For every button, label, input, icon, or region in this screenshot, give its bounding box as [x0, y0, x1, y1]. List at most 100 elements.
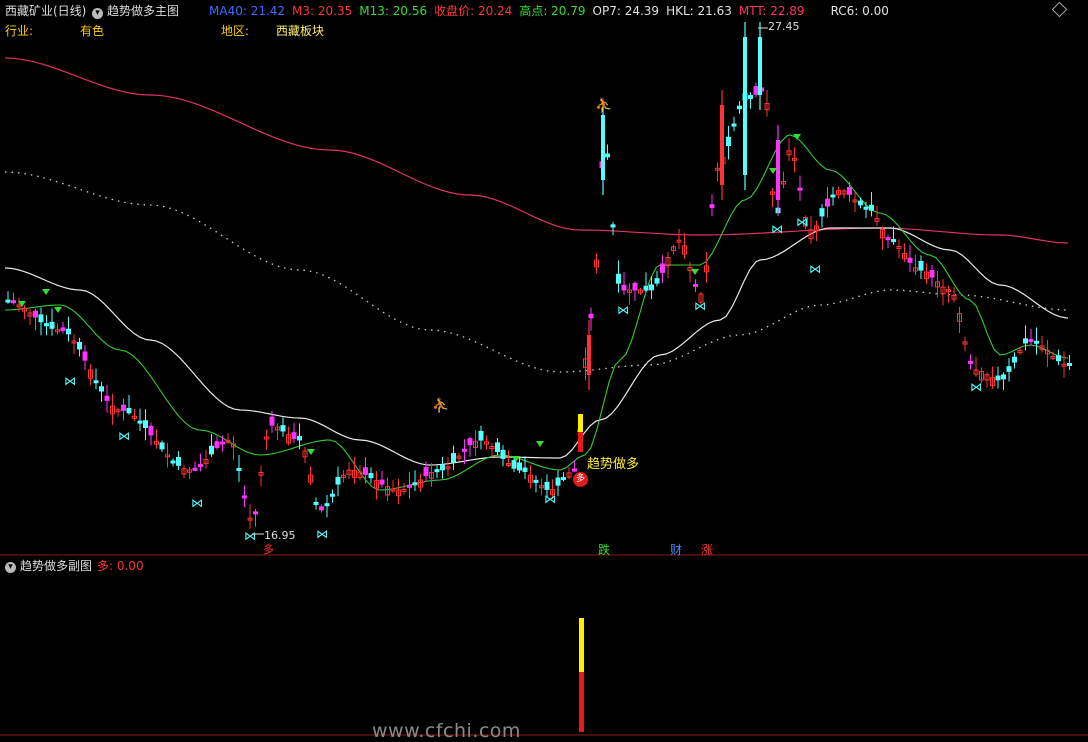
candle-body — [825, 198, 830, 207]
candle-body — [869, 204, 874, 211]
candle-body — [1006, 366, 1012, 372]
candle-body — [335, 476, 341, 485]
candle-body — [891, 239, 896, 243]
candle-body — [451, 453, 456, 464]
candle-body — [11, 300, 16, 304]
candle-body — [1034, 340, 1039, 344]
butterfly-icon: ⋈ — [809, 262, 821, 276]
bottom-marker-cai: 财 — [670, 543, 683, 557]
candle-body — [511, 460, 517, 469]
candle-body — [601, 115, 605, 180]
signal-bar-red — [578, 432, 583, 452]
candle-body — [995, 375, 1001, 381]
candle-body — [121, 404, 126, 411]
candle-body — [500, 449, 506, 459]
candle-body — [632, 282, 638, 291]
runner-icon: ⛹ — [432, 396, 449, 414]
candle-body — [572, 468, 577, 472]
candle-body — [148, 425, 154, 436]
candle-body — [885, 237, 891, 241]
candle-body — [38, 314, 44, 323]
candle-body — [313, 501, 319, 505]
candle-body — [654, 278, 660, 284]
butterfly-icon: ⋈ — [544, 492, 556, 506]
high-price-label: 27.45 — [768, 20, 800, 33]
price-chart[interactable]: ⋈ ⋈ ⋈ ⋈ ⋈ ⋈ ⋈ ⋈ ⋈ ⋈ ⋈ ⋈ ⛹ ⛹ — [0, 0, 1088, 739]
candle-body — [533, 479, 539, 483]
candle-body — [660, 263, 665, 273]
candle-body — [5, 299, 11, 303]
candle-body — [918, 261, 924, 271]
bottom-marker-zhang: 涨 — [701, 543, 714, 557]
candle-body — [693, 283, 698, 287]
candle-body — [297, 435, 302, 441]
candle-body — [830, 194, 836, 198]
candle-body — [462, 448, 467, 452]
candle-body — [407, 484, 412, 488]
candle-body — [1056, 355, 1061, 362]
candle-body — [60, 327, 66, 332]
candle-body — [1023, 338, 1028, 344]
candle-body — [423, 467, 429, 477]
candle-body — [561, 477, 566, 481]
ma-dotted-line — [4, 171, 1069, 373]
buy-marker: 多 — [263, 543, 274, 556]
candle-body — [434, 469, 440, 473]
long-signal-badge[interactable]: 多 — [573, 472, 588, 487]
candle-body — [159, 442, 165, 450]
candle-body — [1001, 374, 1006, 380]
candle-body — [478, 430, 484, 441]
candle-body — [209, 445, 214, 455]
candle-body — [863, 206, 869, 210]
butterfly-icon: ⋈ — [191, 496, 203, 510]
candle-body — [49, 321, 55, 329]
candle-body — [544, 481, 550, 490]
butterfly-icon: ⋈ — [771, 222, 783, 236]
candle-body — [126, 408, 132, 414]
candle-body — [726, 136, 731, 147]
sub-chart-settings-button[interactable]: ▾ — [5, 558, 16, 573]
candle-body — [847, 186, 852, 195]
candle-body — [236, 467, 242, 471]
candle-body — [176, 456, 181, 466]
candle-body — [143, 420, 148, 428]
candle-body — [44, 323, 49, 327]
candle-body — [253, 511, 258, 515]
ma-pink-line — [4, 57, 1069, 244]
candle-body — [269, 416, 275, 426]
candle-body — [709, 204, 715, 209]
candle-body — [731, 123, 737, 127]
candle-body — [1028, 339, 1034, 343]
butterfly-icon: ⋈ — [617, 303, 629, 317]
candle-body — [82, 351, 88, 361]
candle-body — [610, 224, 616, 228]
candle-body — [33, 310, 38, 318]
candle-body — [819, 208, 825, 217]
candle-body — [517, 462, 522, 471]
candle-body — [324, 503, 330, 507]
candle-body — [616, 273, 621, 284]
candle-body — [467, 438, 473, 446]
sub-bar-yellow — [579, 618, 584, 672]
candle-body — [93, 380, 99, 384]
candle-body — [214, 441, 220, 448]
candle-body — [776, 140, 780, 200]
candle-body — [748, 95, 753, 99]
candle-body — [319, 506, 324, 511]
green-arrow-icon — [42, 289, 50, 295]
candle-body — [929, 270, 935, 278]
butterfly-icon: ⋈ — [244, 529, 256, 543]
green-arrow-icon — [691, 269, 699, 275]
candle-body — [495, 442, 500, 453]
green-arrow-icon — [307, 449, 315, 455]
candle-body — [363, 467, 368, 475]
butterfly-icon: ⋈ — [64, 374, 76, 388]
candle-body — [379, 479, 385, 485]
candle-body — [192, 467, 198, 471]
candle-body — [77, 341, 82, 350]
candle-body — [720, 105, 724, 185]
sub-chart-value: 多: 0.00 — [97, 559, 144, 573]
candle-body — [649, 284, 654, 291]
candle-body — [291, 432, 297, 439]
butterfly-icon: ⋈ — [316, 527, 328, 541]
